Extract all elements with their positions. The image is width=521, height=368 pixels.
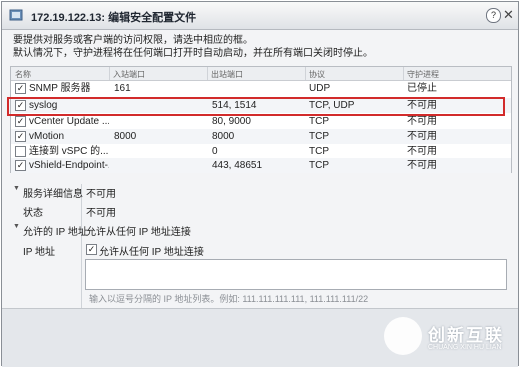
service-checkbox[interactable] [15, 146, 26, 157]
col-header-daemon[interactable]: 守护进程 [407, 69, 439, 80]
allow-any-ip-checkbox[interactable]: ✓ [86, 244, 97, 255]
outbound-ports: 443, 48651 [212, 160, 263, 171]
dialog-title: 172.19.122.13: 编辑安全配置文件 [31, 12, 197, 24]
daemon-status: 已停止 [407, 83, 437, 94]
service-checkbox[interactable]: ✓ [15, 131, 26, 142]
table-row[interactable]: ✓ SNMP 服务器 161 UDP 已停止 [11, 81, 511, 96]
daemon-status: 不可用 [407, 116, 437, 127]
details-row-ip: IP 地址 ✓ 允许从任何 IP 地址连接 [10, 242, 510, 258]
syslog-row-highlight [7, 97, 505, 116]
table-row[interactable]: 连接到 vSPC 的... 0 TCP 不可用 [11, 144, 511, 159]
col-header-inbound[interactable]: 入站端口 [113, 69, 145, 80]
watermark-emblem-icon [384, 317, 422, 355]
allowed-ip-value: 允许从任何 IP 地址连接 [86, 227, 191, 238]
outbound-ports: 0 [212, 146, 218, 157]
intro-text: 要提供对服务或客户端的访问权限，请选中相应的框。 默认情况下，守护进程将在任何端… [13, 34, 373, 60]
status-value: 不可用 [86, 208, 116, 219]
ip-address-list-input[interactable] [85, 259, 507, 290]
service-name: vShield-Endpoint-... [29, 160, 109, 171]
vsphere-app-icon [9, 9, 23, 21]
status-label: 状态 [23, 208, 43, 219]
details-row-status: 状态 不可用 [10, 203, 510, 219]
protocol: TCP [309, 160, 329, 171]
service-checkbox[interactable]: ✓ [15, 160, 26, 171]
table-row[interactable]: ✓ vMotion 8000 8000 TCP 不可用 [11, 129, 511, 144]
protocol: TCP [309, 146, 329, 157]
collapse-triangle-icon[interactable]: ▼ [13, 185, 20, 192]
col-header-name[interactable]: 名称 [15, 69, 31, 80]
watermark-logo: 创新互联 CHUANG XIN HU LIAN [376, 308, 517, 365]
allow-any-ip-label: 允许从任何 IP 地址连接 [99, 247, 204, 258]
ip-list-hint: 输入以逗号分隔的 IP 地址列表。例如: 111.111.111.111, 11… [89, 294, 369, 304]
table-header: 名称 入站端口 出站端口 协议 守护进程 [11, 67, 511, 81]
daemon-status: 不可用 [407, 160, 437, 171]
allowed-ip-label: 允许的 IP 地址 [23, 227, 88, 238]
watermark-subtext: CHUANG XIN HU LIAN [428, 344, 502, 351]
col-header-outbound[interactable]: 出站端口 [211, 69, 243, 80]
collapse-triangle-icon[interactable]: ▼ [13, 223, 20, 230]
protocol: TCP [309, 116, 329, 127]
inbound-ports: 161 [114, 83, 131, 94]
title-bar: 172.19.122.13: 编辑安全配置文件 ? ✕ [2, 2, 518, 30]
service-checkbox[interactable]: ✓ [15, 116, 26, 127]
details-row-service: ▼ 服务详细信息 不可用 [10, 184, 510, 200]
watermark-text: 创新互联 [428, 326, 504, 345]
details-row-allowed-ip: ▼ 允许的 IP 地址 允许从任何 IP 地址连接 [10, 222, 510, 238]
daemon-status: 不可用 [407, 131, 437, 142]
firewall-services-table: 名称 入站端口 出站端口 协议 守护进程 ✓ SNMP 服务器 161 UDP … [10, 66, 512, 173]
service-name: vMotion [29, 131, 65, 142]
service-name: 连接到 vSPC 的... [29, 146, 109, 157]
intro-line-1: 要提供对服务或客户端的访问权限，请选中相应的框。 [13, 35, 253, 46]
protocol: TCP [309, 131, 329, 142]
col-header-protocol[interactable]: 协议 [309, 69, 325, 80]
intro-line-2: 默认情况下，守护进程将在任何端口打开时自动启动，并在所有端口关闭时停止。 [13, 48, 373, 59]
service-details-value: 不可用 [86, 189, 116, 200]
service-details-label: 服务详细信息 [23, 189, 83, 200]
service-name: SNMP 服务器 [29, 83, 91, 94]
protocol: UDP [309, 83, 331, 94]
outbound-ports: 8000 [212, 131, 235, 142]
service-name: vCenter Update ... [29, 116, 109, 127]
ip-address-label: IP 地址 [23, 247, 56, 258]
close-icon[interactable]: ✕ [503, 7, 514, 23]
table-row[interactable]: ✓ vShield-Endpoint-... 443, 48651 TCP 不可… [11, 158, 511, 173]
help-icon[interactable]: ? [486, 8, 501, 23]
outbound-ports: 80, 9000 [212, 116, 251, 127]
daemon-status: 不可用 [407, 146, 437, 157]
service-checkbox[interactable]: ✓ [15, 83, 26, 94]
table-row[interactable]: ✓ vCenter Update ... 80, 9000 TCP 不可用 [11, 114, 511, 129]
inbound-ports: 8000 [114, 131, 137, 142]
